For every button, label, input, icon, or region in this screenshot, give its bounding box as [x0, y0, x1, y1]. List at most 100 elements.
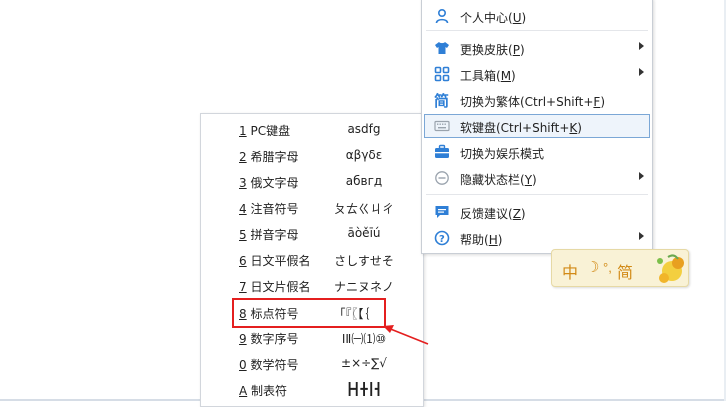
menu-separator — [426, 194, 648, 195]
kb-item-key: 6 — [239, 254, 247, 268]
menu-label-text: 切换为娱乐模式 — [460, 147, 545, 161]
menu-label-suffix: ) — [521, 11, 527, 25]
kb-item-katakana[interactable]: 7 日文片假名 ナニヌネノ — [201, 273, 423, 299]
user-icon — [435, 8, 449, 24]
kb-item-key: 0 — [239, 358, 247, 372]
kb-item-preview: āòěīú — [347, 226, 381, 240]
kb-item-key: 8 — [239, 307, 247, 321]
red-arrow-annotation — [383, 325, 429, 345]
kb-item-preview: αβγδε — [345, 148, 383, 162]
submenu-arrow-icon — [639, 232, 644, 240]
kb-item-greek[interactable]: 2 希腊字母 αβγδε — [201, 143, 423, 169]
kb-item-label: 8 标点符号 — [239, 305, 298, 322]
kb-item-label: 0 数学符号 — [239, 356, 298, 373]
svg-text:?: ? — [439, 234, 445, 245]
kb-item-label: 3 俄文字母 — [239, 174, 298, 191]
kb-item-label: 7 日文片假名 — [239, 278, 310, 295]
kb-item-text: 制表符 — [247, 384, 288, 398]
menu-label-suffix: ) — [511, 69, 516, 83]
menu-label-text: 反馈建议( — [460, 207, 513, 221]
kb-item-label: 1 PC键盘 — [239, 122, 290, 139]
menu-hotkey: P — [512, 43, 520, 57]
kb-item-text: 俄文字母 — [246, 176, 299, 190]
kb-item-punctuation[interactable]: 8 标点符号 「『〖【｛ — [232, 298, 386, 328]
kb-item-text: 标点符号 — [246, 307, 299, 321]
briefcase-icon — [435, 144, 449, 158]
kb-item-preview: абвгд — [345, 174, 383, 188]
menu-item-toolbox[interactable]: 工具箱(M) — [422, 62, 652, 86]
simplified-toggle[interactable]: 简 — [617, 259, 633, 283]
menu-label-suffix: ) — [520, 207, 526, 221]
menu-item-help[interactable]: ? 帮助(H) — [422, 226, 652, 250]
kb-item-text: 日文平假名 — [246, 254, 311, 268]
menu-item-hide-status-bar[interactable]: 隐藏状态栏(Y) — [422, 166, 652, 190]
kb-item-zhuyin[interactable]: 4 注音符号 ㄆㄊㄍㄐㄔ — [201, 195, 423, 221]
kb-item-key: 1 — [239, 124, 247, 138]
language-mode-toggle[interactable]: 中 — [562, 259, 578, 283]
kb-item-text: 数字序号 — [246, 332, 299, 346]
kb-item-preview: ㄆㄊㄍㄐㄔ — [333, 202, 394, 216]
menu-item-change-skin[interactable]: 更换皮肤(P) — [422, 36, 652, 60]
submenu-arrow-icon — [639, 42, 644, 50]
menu-label-suffix: ) — [577, 121, 582, 135]
kb-item-hiragana[interactable]: 6 日文平假名 さしすせそ — [201, 247, 423, 273]
menu-item-label: 个人中心(U) — [460, 9, 526, 26]
half-width-moon-icon[interactable]: ☽ — [586, 258, 599, 276]
kb-item-preview: asdfg — [347, 122, 381, 136]
kb-item-preview: さしすせそ — [334, 254, 394, 268]
kb-item-label: A 制表符 — [239, 382, 287, 399]
kb-item-key: A — [239, 384, 248, 398]
menu-item-label: 切换为娱乐模式 — [460, 145, 544, 162]
punctuation-toggle[interactable]: °, — [603, 260, 612, 275]
menu-label-text: 隐藏状态栏( — [460, 173, 525, 187]
menu-label-text: 工具箱( — [460, 69, 501, 83]
menu-item-traditional[interactable]: 简 切换为繁体(Ctrl+Shift+F) — [422, 88, 652, 112]
kb-item-text: 希腊字母 — [246, 150, 299, 164]
soft-keyboard-list-menu: 1 PC键盘 asdfg 2 希腊字母 αβγδε 3 俄文字母 абвгд 4… — [200, 113, 424, 407]
menu-label-suffix: ) — [497, 233, 503, 247]
kb-item-preview: ┣┫╋┃┫ — [345, 382, 383, 396]
menu-item-entertainment-mode[interactable]: 切换为娱乐模式 — [422, 140, 652, 164]
menu-item-personal-center[interactable]: 个人中心(U) — [422, 4, 652, 28]
menu-item-feedback[interactable]: 反馈建议(Z) — [422, 200, 652, 224]
menu-item-label: 工具箱(M) — [460, 67, 516, 84]
kb-item-key: 9 — [239, 332, 247, 346]
menu-label-suffix: ) — [600, 95, 606, 109]
kb-item-label: 5 拼音字母 — [239, 226, 298, 243]
menu-label-suffix: ) — [532, 173, 537, 187]
kb-item-text: 拼音字母 — [246, 228, 299, 242]
kb-item-label: 6 日文平假名 — [239, 252, 310, 269]
kb-item-key: 2 — [239, 150, 247, 164]
menu-item-soft-keyboard[interactable]: 软键盘(Ctrl+Shift+K) — [424, 114, 650, 138]
menu-separator — [426, 30, 648, 31]
chat-icon — [435, 206, 449, 218]
menu-item-label: 更换皮肤(P) — [460, 41, 525, 58]
kb-item-key: 3 — [239, 176, 247, 190]
kb-item-pc[interactable]: 1 PC键盘 asdfg — [201, 117, 423, 143]
grid-icon — [434, 66, 450, 82]
kb-item-russian[interactable]: 3 俄文字母 абвгд — [201, 169, 423, 195]
menu-item-label: 反馈建议(Z) — [460, 205, 526, 222]
kb-item-key: 5 — [239, 228, 247, 242]
menu-label-text: 帮助( — [460, 233, 489, 247]
simplified-char-icon: 简 — [434, 92, 449, 108]
kb-item-pinyin[interactable]: 5 拼音字母 āòěīú — [201, 221, 423, 247]
keyboard-icon — [434, 120, 450, 132]
ime-status-bar[interactable]: 中 ☽ °, 简 — [551, 249, 689, 287]
kb-item-text: 日文片假名 — [246, 280, 311, 294]
menu-item-label: 隐藏状态栏(Y) — [460, 171, 537, 188]
menu-hotkey: Z — [512, 207, 521, 221]
menu-item-label: 切换为繁体(Ctrl+Shift+F) — [460, 93, 605, 110]
menu-hotkey: H — [488, 233, 498, 247]
kb-item-key: 7 — [239, 280, 247, 294]
svg-text:简: 简 — [434, 92, 449, 108]
kb-item-math[interactable]: 0 数学符号 ±×÷∑√ — [201, 351, 423, 377]
menu-label-suffix: ) — [519, 43, 525, 57]
kb-item-key: 4 — [239, 202, 247, 216]
menu-hotkey: M — [500, 69, 512, 83]
kb-item-preview: ±×÷∑√ — [341, 356, 387, 370]
submenu-arrow-icon — [639, 172, 644, 180]
kb-item-label: 9 数字序号 — [239, 330, 298, 347]
kb-item-box-drawing[interactable]: A 制表符 ┣┫╋┃┫ — [201, 377, 423, 403]
menu-hotkey: Y — [524, 173, 533, 187]
